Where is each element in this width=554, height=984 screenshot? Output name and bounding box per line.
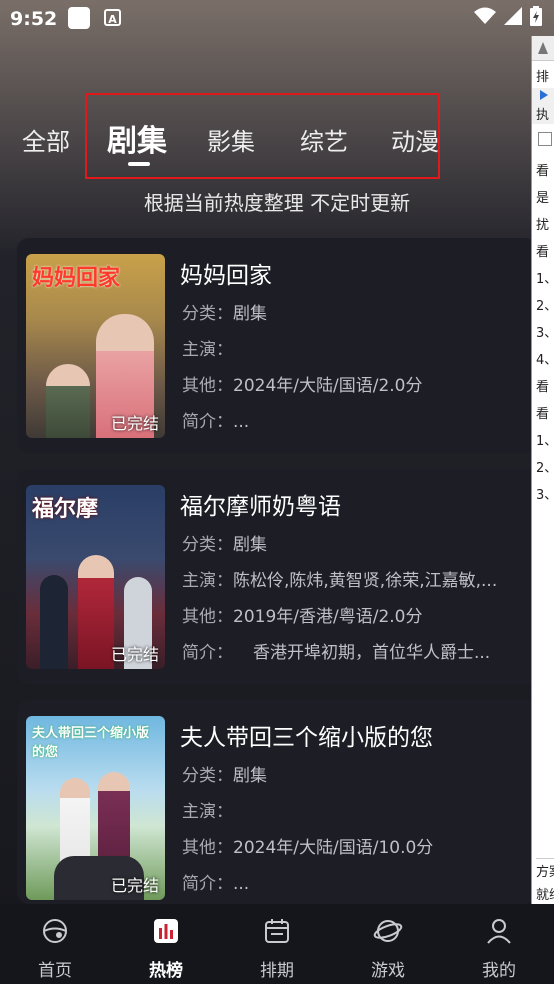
signal-icon (504, 7, 522, 25)
game-planet-icon (373, 920, 403, 942)
intro-row: 简介：... (182, 874, 250, 894)
list-item[interactable]: 夫人带回三个缩小版的您 已完结 夫人带回三个缩小版的您 分类：剧集 主演： 其他… (17, 700, 537, 904)
highlight-box (85, 93, 440, 179)
list-item[interactable]: 福尔摩 已完结 福尔摩师奶粤语 分类：剧集 主演：陈松伶,陈炜,黄智贤,徐荣,江… (17, 469, 537, 684)
play-icon (540, 90, 548, 100)
side-window-tab[interactable]: 排 (536, 66, 549, 85)
log-line: 看 (536, 164, 550, 179)
status-badge: 已完结 (110, 876, 159, 895)
nav-schedule[interactable]: 排期 (237, 916, 317, 981)
nav-games[interactable]: 游戏 (348, 916, 428, 981)
cast-row: 主演： (182, 340, 233, 360)
other-row: 其他：2024年/大陆/国语/10.0分 (182, 838, 434, 858)
log-line: 3、 (536, 488, 554, 503)
poster-image[interactable]: 夫人带回三个缩小版的您 已完结 (26, 716, 165, 900)
page-subtitle: 根据当前热度整理 不定时更新 (143, 191, 411, 215)
calendar-icon (265, 919, 289, 943)
log-line: 扰 (536, 218, 550, 233)
card-title[interactable]: 夫人带回三个缩小版的您 (180, 718, 433, 752)
log-line: 是 (536, 191, 550, 206)
category-row: 分类：剧集 (182, 304, 267, 324)
battery-icon (530, 6, 542, 26)
chart-icon (154, 919, 178, 943)
card-title[interactable]: 妈妈回家 (180, 256, 272, 290)
other-row: 其他：2019年/香港/粤语/2.0分 (182, 607, 423, 627)
status-text: 方案 (536, 858, 554, 880)
log-line: 2、 (536, 461, 554, 476)
wifi-icon (474, 7, 496, 24)
clock: 9:52 (10, 8, 58, 30)
log-line: 1、 (536, 272, 554, 287)
log-line: 看 (536, 245, 550, 260)
log-line: 3、 (536, 326, 554, 341)
list-item[interactable]: 妈妈回家 已完结 妈妈回家 分类：剧集 主演： 其他：2024年/大陆/国语/2… (17, 238, 537, 453)
cast-row: 主演：陈松伶,陈炜,黄智贤,徐荣,江嘉敏,... (182, 571, 498, 591)
tab-all[interactable]: 全部 (22, 122, 70, 157)
poster-image[interactable]: 妈妈回家 已完结 (26, 254, 165, 438)
app-icon (538, 42, 548, 54)
side-window[interactable]: 排 执 看 是 扰 看 1、 2、 3、 4、 看 看 1、 2、 3、 方案 … (531, 36, 554, 904)
notification-square-icon (68, 7, 90, 29)
log-line: 看 (536, 407, 550, 422)
checkbox[interactable] (538, 132, 552, 146)
log-line: 1、 (536, 434, 554, 449)
notification-a-icon: A (104, 9, 121, 26)
profile-icon (487, 919, 511, 944)
nav-hot-list[interactable]: 热榜 (126, 916, 206, 981)
cast-row: 主演： (182, 802, 233, 822)
card-title[interactable]: 福尔摩师奶粤语 (180, 487, 341, 521)
side-window-titlebar[interactable] (532, 36, 554, 61)
log-line: 4、 (536, 353, 554, 368)
poster-title: 妈妈回家 (32, 266, 121, 291)
other-row: 其他：2024年/大陆/国语/2.0分 (182, 376, 423, 396)
nav-profile[interactable]: 我的 (459, 916, 539, 981)
status-bar: 9:52 A (0, 0, 554, 36)
status-badge: 已完结 (110, 414, 159, 433)
nav-home[interactable]: 首页 (15, 916, 95, 981)
poster-title: 夫人带回三个缩小版的您 (32, 726, 150, 760)
status-text: 就绪 (536, 888, 554, 903)
intro-row: 简介：... (182, 412, 250, 432)
poster-title: 福尔摩 (32, 497, 99, 522)
poster-image[interactable]: 福尔摩 已完结 (26, 485, 165, 669)
category-row: 分类：剧集 (182, 535, 267, 555)
intro-row: 简介： 香港开埠初期，首位华人爵士... (182, 643, 491, 663)
log-line: 看 (536, 380, 550, 395)
log-line: 2、 (536, 299, 554, 314)
status-badge: 已完结 (110, 645, 159, 664)
run-button[interactable]: 执 (532, 88, 554, 124)
home-planet-icon (43, 919, 67, 943)
bottom-nav: 首页 热榜 排期 游戏 我的 (0, 904, 554, 984)
category-row: 分类：剧集 (182, 766, 267, 786)
